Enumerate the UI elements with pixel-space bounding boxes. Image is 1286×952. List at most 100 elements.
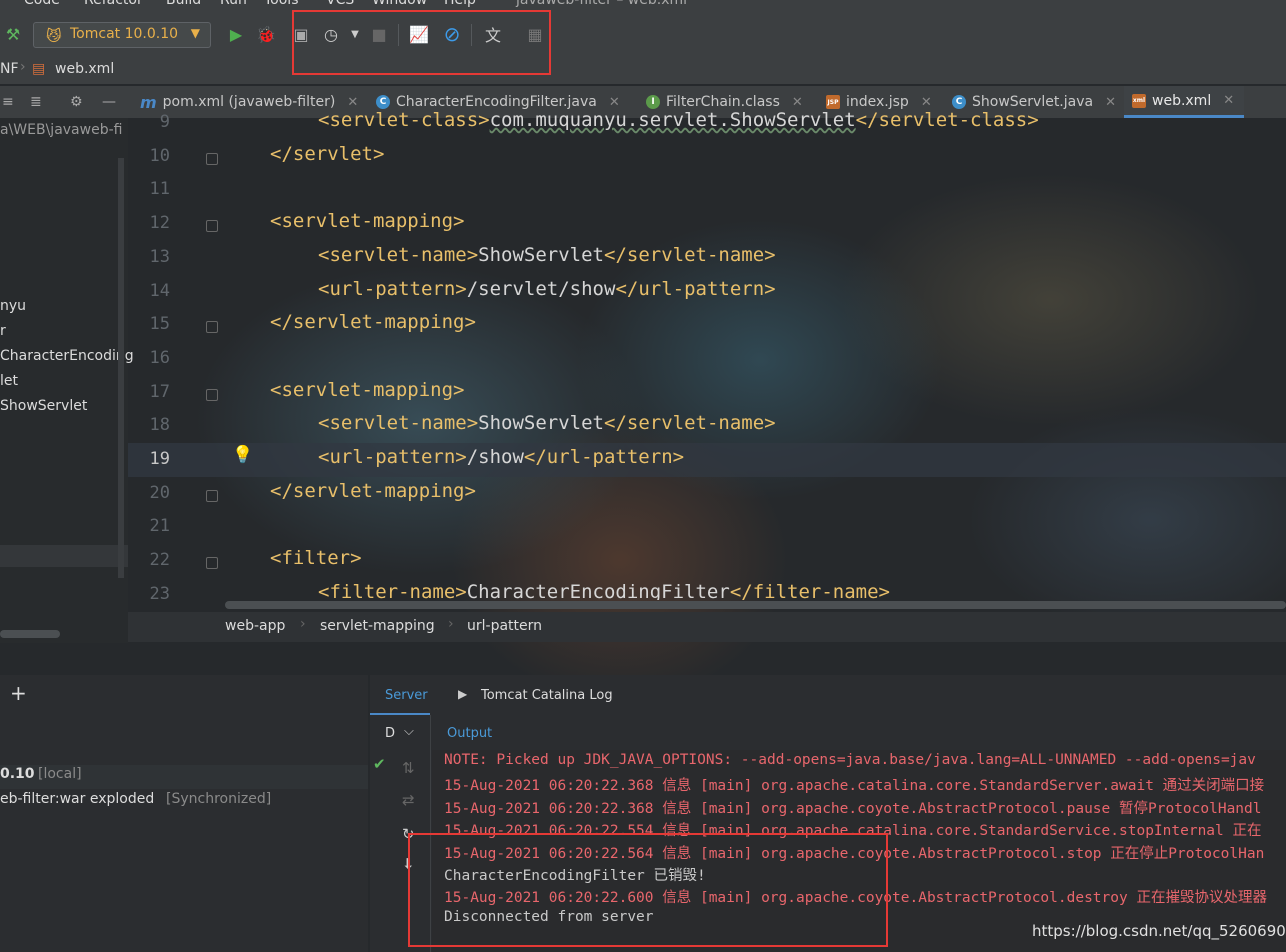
breadcrumb-web-app[interactable]: web-app bbox=[225, 618, 285, 634]
run-icon[interactable]: ▶ bbox=[225, 23, 247, 45]
tab-label: CharacterEncodingFilter.java bbox=[396, 94, 597, 110]
code-line: <filter> bbox=[270, 547, 362, 570]
project-panel: a\WEB\javaweb-fi nyu r CharacterEncoding… bbox=[0, 118, 134, 643]
fold-marker-icon[interactable] bbox=[206, 489, 218, 502]
maven-icon: m bbox=[140, 92, 157, 112]
hammer-icon[interactable]: ⚒ bbox=[2, 23, 24, 45]
line-number: 13 bbox=[149, 246, 170, 267]
menu-help[interactable]: Help bbox=[444, 0, 476, 8]
update-icon[interactable]: ⇅ bbox=[402, 759, 415, 777]
chevron-down-icon[interactable]: ⌵ bbox=[404, 724, 414, 739]
project-vscrollbar[interactable] bbox=[118, 158, 124, 578]
project-tree-item[interactable]: CharacterEncoding bbox=[0, 348, 134, 364]
xml-breadcrumb: web-app › servlet-mapping › url-pattern bbox=[128, 612, 1286, 642]
line-number: 18 bbox=[149, 415, 170, 436]
line-number: 15 bbox=[149, 314, 170, 335]
tab-catalina-log[interactable]: Tomcat Catalina Log bbox=[481, 688, 613, 703]
menu-refactor[interactable]: Refactor bbox=[84, 0, 143, 8]
debug-icon[interactable]: 🐞 bbox=[255, 23, 277, 45]
menu-run[interactable]: Run bbox=[220, 0, 247, 8]
line-number: 11 bbox=[149, 179, 170, 200]
menu-code[interactable]: Code bbox=[24, 0, 60, 8]
tab-server[interactable]: Server bbox=[385, 688, 428, 703]
tab-server-underline bbox=[370, 713, 430, 715]
project-tree-item[interactable]: ShowServlet bbox=[0, 398, 87, 414]
add-icon[interactable]: + bbox=[10, 681, 27, 705]
menu-vcs[interactable]: VCS bbox=[326, 0, 354, 8]
project-tree-item[interactable]: let bbox=[0, 373, 18, 389]
code-line: <servlet-class>com.muquanyu.servlet.Show… bbox=[318, 110, 1039, 131]
artifact-tag: [Synchronized] bbox=[166, 791, 272, 807]
interface-icon: I bbox=[646, 95, 660, 109]
code-line: <servlet-mapping> bbox=[270, 378, 465, 401]
code-line: <servlet-mapping> bbox=[270, 210, 465, 233]
fold-marker-icon[interactable] bbox=[206, 220, 218, 233]
fold-marker-icon[interactable] bbox=[206, 152, 218, 165]
fold-marker-icon[interactable] bbox=[206, 321, 218, 334]
project-tree-selection bbox=[0, 545, 128, 567]
nav-crumb-file[interactable]: web.xml bbox=[55, 61, 114, 77]
log-line: 15-Aug-2021 06:20:22.368 信息 [main] org.a… bbox=[444, 800, 1262, 817]
window-title: javaweb-filter – web.xml bbox=[516, 0, 688, 8]
tab-label: web.xml bbox=[1152, 92, 1212, 109]
jsp-icon: JSP bbox=[826, 95, 840, 109]
line-number: 12 bbox=[149, 213, 170, 234]
run-configuration-label: Tomcat 10.0.10 bbox=[70, 26, 179, 42]
collapse-all-icon[interactable]: ≣ bbox=[30, 94, 42, 110]
line-number: 9 bbox=[159, 112, 170, 132]
terminal-icon: ▶ bbox=[458, 687, 468, 701]
run-configuration-select[interactable]: 😼 Tomcat 10.0.10 ▼ bbox=[33, 22, 211, 48]
chevron-right-icon: › bbox=[20, 59, 26, 75]
xml-file-icon: ▤ bbox=[32, 61, 46, 77]
class-icon: C bbox=[376, 95, 390, 109]
nav-crumb-folder[interactable]: NF bbox=[0, 61, 19, 77]
minimize-icon[interactable]: — bbox=[102, 94, 116, 110]
close-icon[interactable]: ✕ bbox=[347, 95, 358, 110]
project-tree-item[interactable]: r bbox=[0, 323, 6, 339]
project-toolbar: ≡ ≣ ⚙ — bbox=[0, 86, 128, 118]
deploy-label: D bbox=[385, 726, 396, 741]
close-icon[interactable]: ✕ bbox=[921, 95, 932, 110]
services-tree-panel: + 0.10 [local] eb-filter:war exploded [S… bbox=[0, 675, 368, 952]
lightbulb-icon[interactable]: 💡 bbox=[232, 445, 253, 465]
close-icon[interactable]: ✕ bbox=[1223, 93, 1234, 108]
gear-icon[interactable]: ⚙ bbox=[70, 94, 83, 110]
expand-all-icon[interactable]: ≡ bbox=[2, 94, 14, 110]
chevron-right-icon: › bbox=[300, 616, 306, 632]
line-number: 17 bbox=[149, 381, 170, 402]
xml-file-icon: xml bbox=[1132, 93, 1146, 108]
watermark: https://blog.csdn.net/qq_52606908 bbox=[1032, 922, 1286, 940]
line-number: 20 bbox=[149, 482, 170, 503]
tomcat-icon: 😼 bbox=[46, 27, 62, 45]
tab-label: FilterChain.class bbox=[666, 94, 780, 110]
project-tree-item[interactable]: nyu bbox=[0, 298, 26, 314]
chevron-down-icon: ▼ bbox=[190, 26, 200, 40]
menu-tools[interactable]: Tools bbox=[264, 0, 299, 8]
close-icon[interactable]: ✕ bbox=[609, 95, 620, 110]
line-number: 19 bbox=[149, 449, 170, 469]
code-editor[interactable]: 9 <servlet-class>com.muquanyu.servlet.Sho… bbox=[128, 110, 1286, 600]
editor-horizontal-scrollbar[interactable] bbox=[225, 601, 1286, 609]
redeploy-icon[interactable]: ⇄ bbox=[402, 791, 415, 809]
menu-bar: Code Refactor Build Run Tools VCS Window… bbox=[0, 0, 1286, 10]
artifact-label[interactable]: eb-filter:war exploded bbox=[0, 791, 154, 807]
breadcrumb-url-pattern[interactable]: url-pattern bbox=[467, 618, 542, 634]
project-scrollbar[interactable] bbox=[0, 630, 60, 638]
annotation-box-log bbox=[408, 833, 888, 947]
breadcrumb-servlet-mapping[interactable]: servlet-mapping bbox=[320, 618, 435, 634]
menu-build[interactable]: Build bbox=[166, 0, 201, 8]
code-line: <servlet-name>ShowServlet</servlet-name> bbox=[318, 243, 776, 266]
log-line: NOTE: Picked up JDK_JAVA_OPTIONS: --add-… bbox=[444, 752, 1256, 768]
main-toolbar: ⚒ 😼 Tomcat 10.0.10 ▼ ▶ 🐞 ▣ ◷ ▼ ■ 📈 ⊘ 文 ▦ bbox=[0, 10, 1286, 58]
line-number: 14 bbox=[149, 280, 170, 301]
code-line: <servlet-name>ShowServlet</servlet-name> bbox=[318, 412, 776, 435]
close-icon[interactable]: ✕ bbox=[792, 95, 803, 110]
annotation-box-toolbar bbox=[292, 10, 551, 75]
fold-marker-icon[interactable] bbox=[206, 388, 218, 401]
chevron-right-icon: › bbox=[448, 616, 454, 632]
close-icon[interactable]: ✕ bbox=[1105, 95, 1116, 110]
fold-marker-icon[interactable] bbox=[206, 557, 218, 570]
server-version: 0.10 bbox=[0, 766, 35, 782]
code-line: </servlet-mapping> bbox=[270, 311, 476, 334]
menu-window[interactable]: Window bbox=[372, 0, 427, 8]
